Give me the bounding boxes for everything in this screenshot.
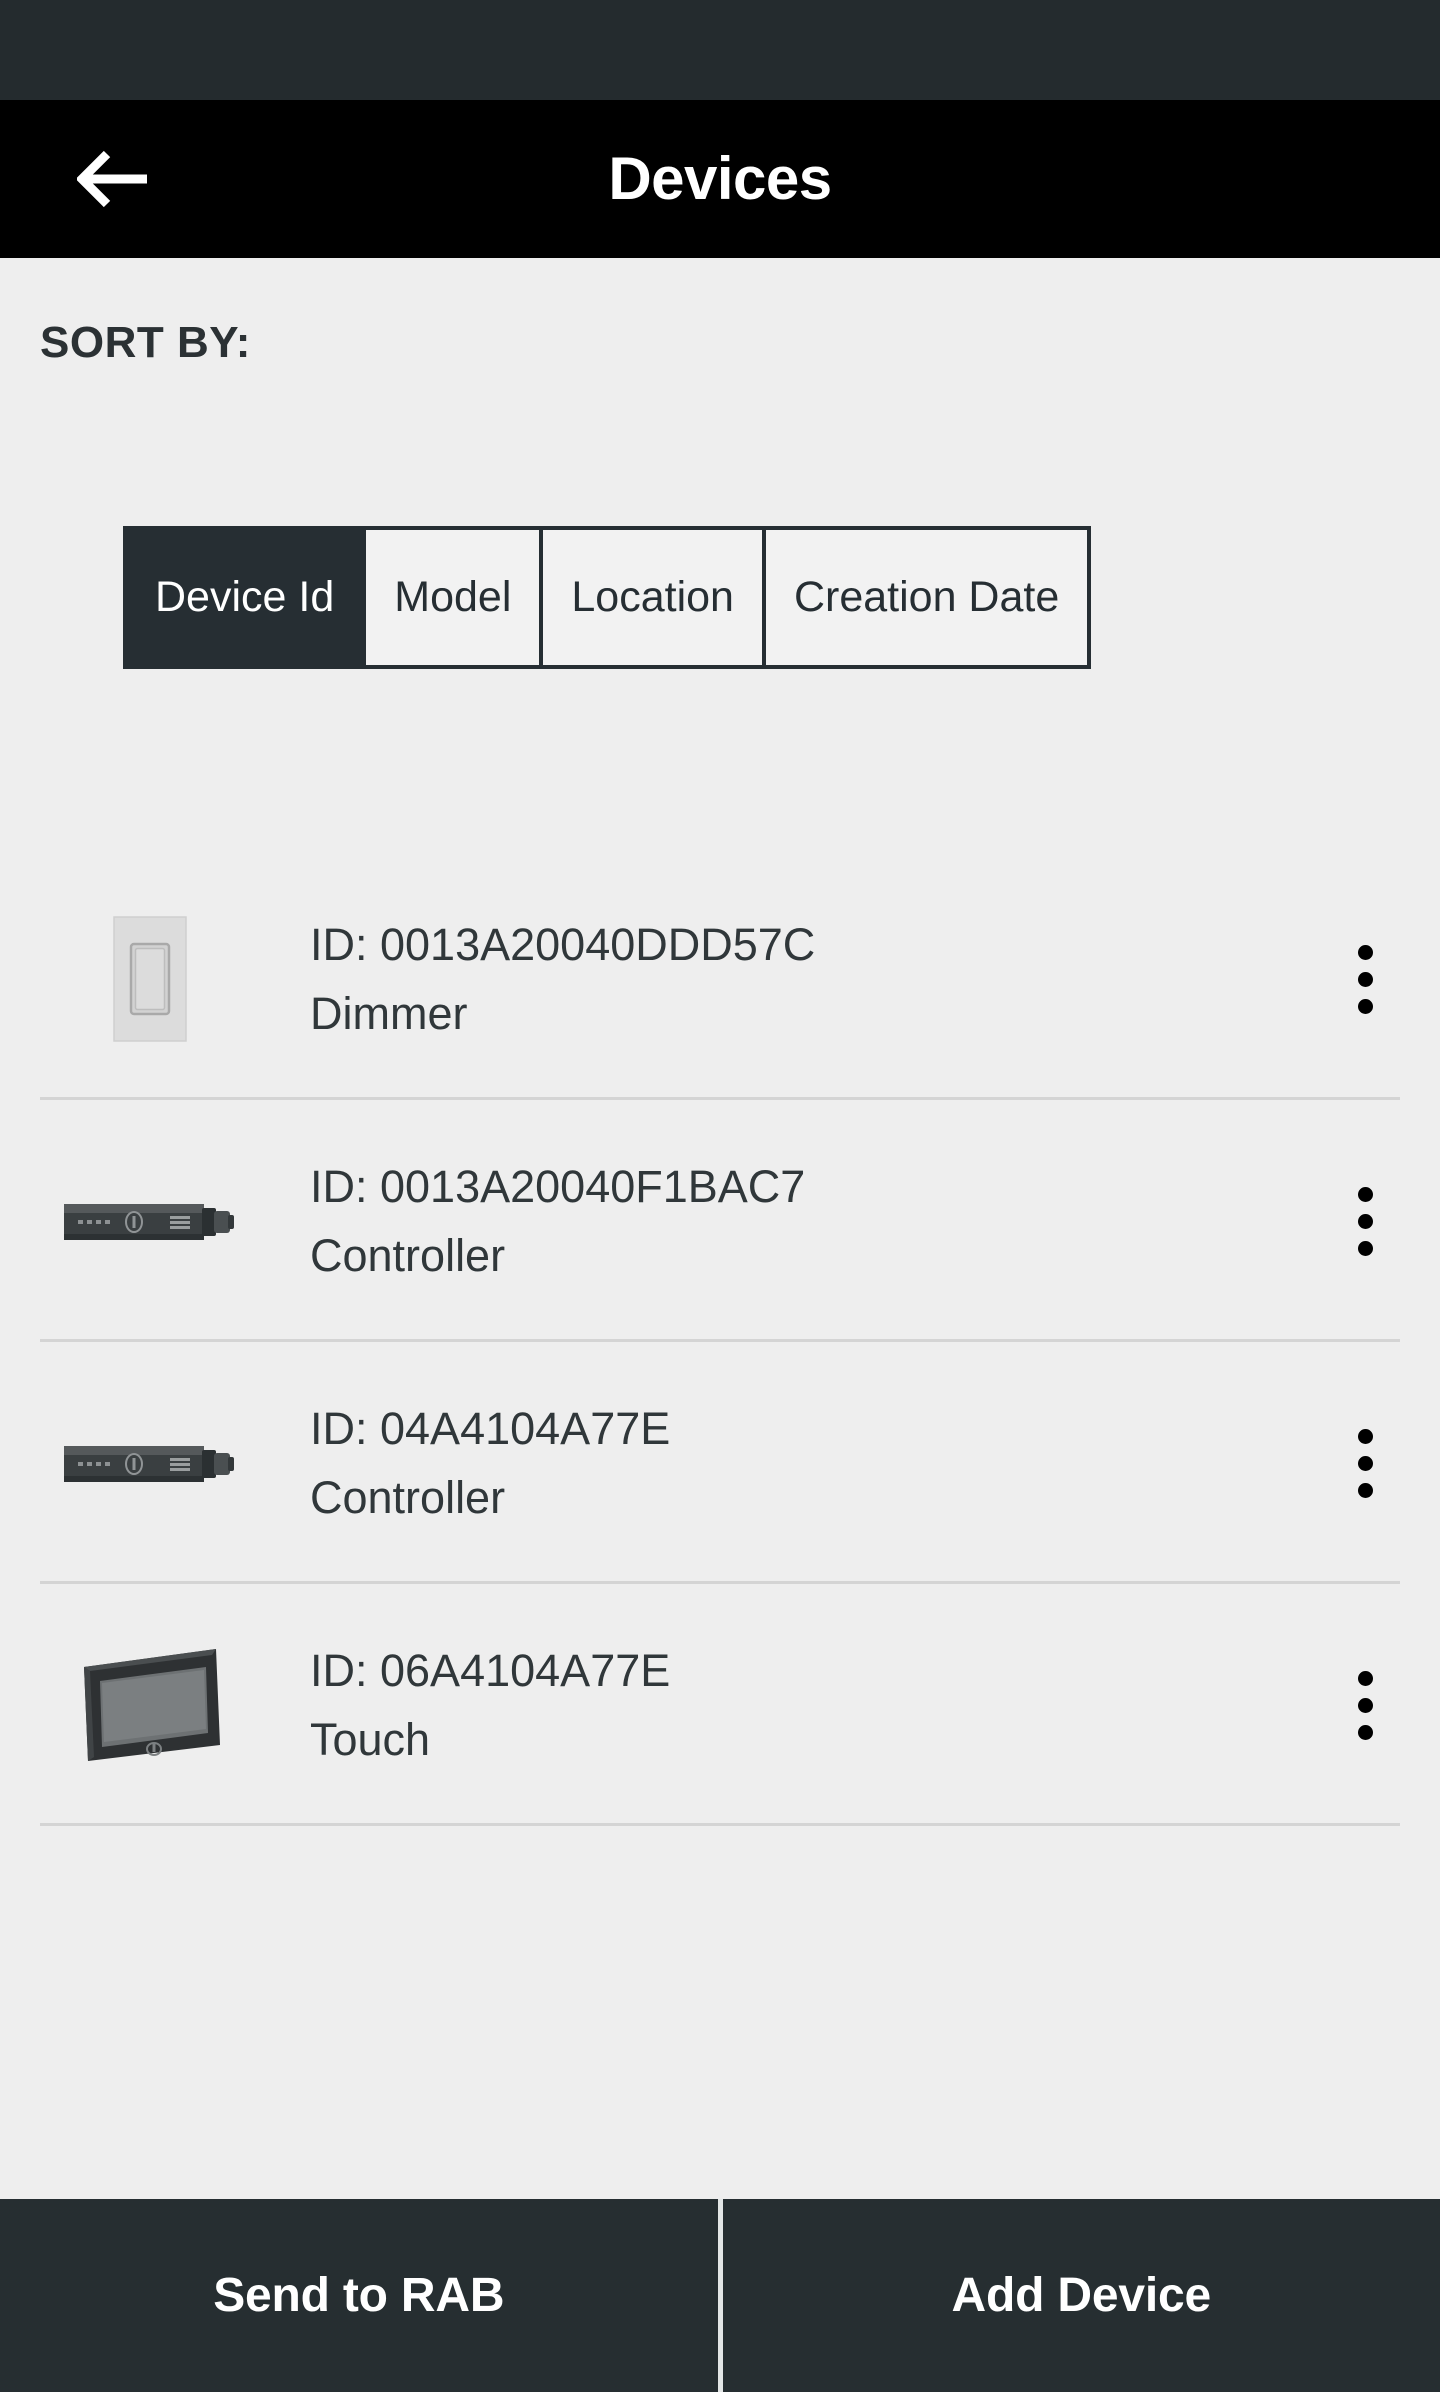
bottom-action-bar: Send to RAB Add Device bbox=[0, 2199, 1440, 2392]
device-info: ID: 04A4104A77E Controller bbox=[300, 1402, 1290, 1523]
add-device-button[interactable]: Add Device bbox=[723, 2199, 1440, 2392]
device-type: Touch bbox=[310, 1714, 431, 1765]
content-area: SORT BY: Device Id Model Location Creati… bbox=[0, 258, 1440, 2199]
sort-option-model[interactable]: Model bbox=[362, 526, 540, 669]
device-type: Controller bbox=[310, 1472, 506, 1523]
device-thumbnail bbox=[0, 858, 300, 1100]
dimmer-switch-icon bbox=[113, 916, 187, 1042]
device-id: ID: 06A4104A77E bbox=[310, 1644, 671, 1696]
sort-option-label: Device Id bbox=[155, 573, 335, 621]
add-device-label: Add Device bbox=[951, 2269, 1212, 2322]
sort-option-label: Location bbox=[571, 573, 734, 621]
overflow-menu-icon[interactable] bbox=[1290, 858, 1440, 1100]
device-thumbnail bbox=[0, 1342, 300, 1584]
sort-option-label: Model bbox=[394, 573, 512, 621]
device-thumbnail bbox=[0, 1100, 300, 1342]
device-id: ID: 04A4104A77E bbox=[310, 1402, 671, 1454]
sort-by-label: SORT BY: bbox=[40, 318, 251, 367]
device-list: ID: 0013A20040DDD57C Dimmer ID: 0013A200… bbox=[0, 858, 1440, 1826]
arrow-left-icon bbox=[77, 149, 151, 209]
table-row[interactable]: ID: 06A4104A77E Touch bbox=[0, 1584, 1440, 1826]
device-info: ID: 0013A20040DDD57C Dimmer bbox=[300, 918, 1290, 1039]
touch-panel-icon bbox=[70, 1641, 230, 1769]
sort-option-location[interactable]: Location bbox=[539, 526, 762, 669]
device-id: ID: 0013A20040F1BAC7 bbox=[310, 1160, 806, 1212]
table-row[interactable]: ID: 04A4104A77E Controller bbox=[0, 1342, 1440, 1584]
device-thumbnail bbox=[0, 1584, 300, 1826]
send-to-rab-button[interactable]: Send to RAB bbox=[0, 2199, 718, 2392]
devices-screen: Devices SORT BY: Device Id Model Locatio… bbox=[0, 0, 1440, 2392]
sort-option-creation-date[interactable]: Creation Date bbox=[761, 526, 1092, 669]
overflow-menu-icon[interactable] bbox=[1290, 1100, 1440, 1342]
controller-device-icon bbox=[62, 1432, 238, 1494]
overflow-menu-icon[interactable] bbox=[1290, 1342, 1440, 1584]
sort-option-device-id[interactable]: Device Id bbox=[123, 526, 363, 669]
table-row[interactable]: ID: 0013A20040F1BAC7 Controller bbox=[0, 1100, 1440, 1342]
table-row[interactable]: ID: 0013A20040DDD57C Dimmer bbox=[0, 858, 1440, 1100]
sort-option-label: Creation Date bbox=[793, 573, 1060, 621]
page-title: Devices bbox=[608, 145, 832, 212]
device-info: ID: 06A4104A77E Touch bbox=[300, 1644, 1290, 1765]
controller-device-icon bbox=[62, 1190, 238, 1252]
device-type: Dimmer bbox=[310, 988, 468, 1039]
device-id: ID: 0013A20040DDD57C bbox=[310, 918, 816, 970]
device-type: Controller bbox=[310, 1230, 506, 1281]
send-to-rab-label: Send to RAB bbox=[213, 2269, 505, 2322]
device-info: ID: 0013A20040F1BAC7 Controller bbox=[300, 1160, 1290, 1281]
app-header: Devices bbox=[0, 100, 1440, 258]
back-button[interactable] bbox=[62, 127, 166, 231]
overflow-menu-icon[interactable] bbox=[1290, 1584, 1440, 1826]
status-bar bbox=[0, 0, 1440, 100]
sort-segmented-control: Device Id Model Location Creation Date bbox=[123, 526, 1092, 669]
